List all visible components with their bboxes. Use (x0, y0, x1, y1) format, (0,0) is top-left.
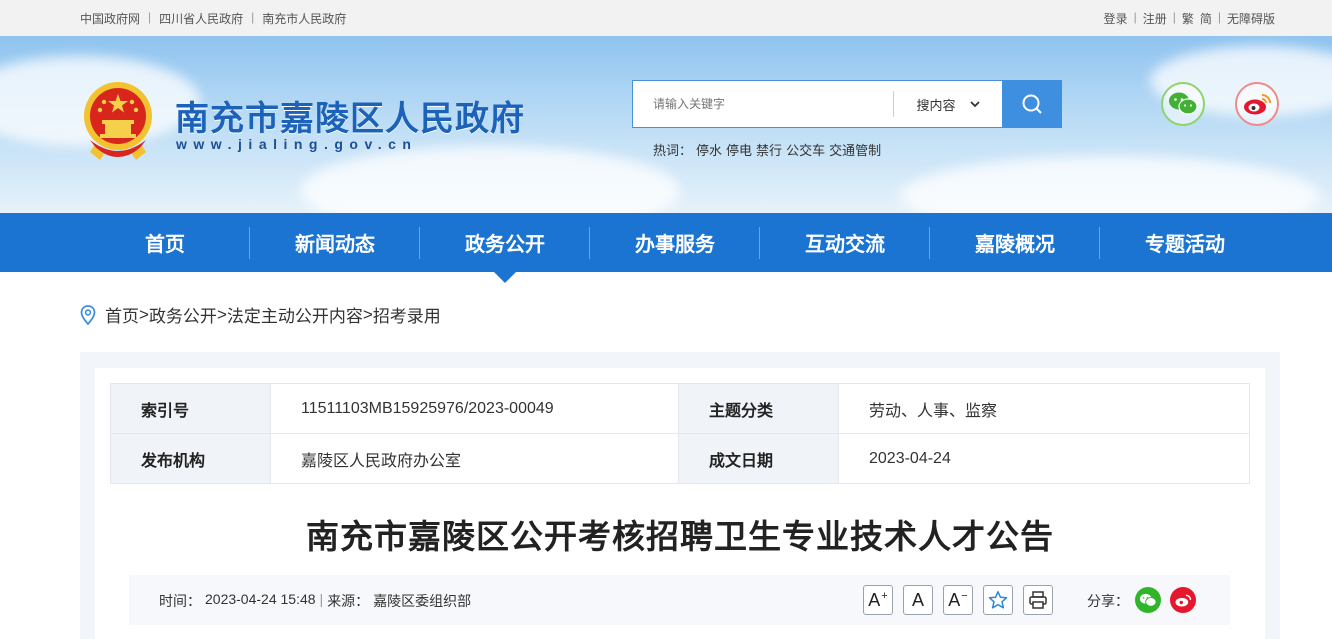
font-reset-icon: A (911, 589, 924, 610)
breadcrumb-recruitment[interactable]: 招考录用 (373, 302, 441, 327)
publisher-value: 嘉陵区人民政府办公室 (270, 433, 679, 484)
breadcrumb-home[interactable]: 首页 (105, 302, 139, 327)
breadcrumb: 首页 > 政务公开 > 法定主动公开内容 > 招考录用 (80, 302, 441, 327)
simplified-chinese-link[interactable]: 简 (1200, 10, 1212, 27)
search-box: 搜内容 (632, 80, 1062, 128)
table-row: 索引号 11511103MB15925976/2023-00049 主题分类 劳… (110, 383, 1250, 434)
link-sichuan-gov[interactable]: 四川省人民政府 (159, 10, 243, 27)
index-number-label: 索引号 (110, 383, 271, 434)
nav-item-news[interactable]: 新闻动态 (250, 213, 420, 272)
register-link[interactable]: 注册 (1143, 10, 1167, 27)
search-button[interactable] (1002, 80, 1062, 128)
nav-item-government-affairs[interactable]: 政务公开 (420, 213, 590, 272)
separator: | (1217, 10, 1221, 24)
login-link[interactable]: 登录 (1104, 10, 1128, 27)
separator: | (251, 10, 255, 24)
traditional-chinese-link[interactable]: 繁 (1182, 10, 1194, 27)
separator: | (148, 10, 152, 24)
article-title: 南充市嘉陵区公开考核招聘卫生专业技术人才公告 (306, 517, 1054, 556)
star-icon (988, 591, 1008, 609)
weibo-icon (1244, 94, 1271, 115)
breadcrumb-government-affairs[interactable]: 政务公开 (149, 302, 217, 327)
nav-item-special-topics[interactable]: 专题活动 (1100, 213, 1270, 272)
accessibility-link[interactable]: 无障碍版 (1227, 10, 1275, 27)
location-pin-icon (80, 304, 96, 325)
publish-time: 2023-04-24 15:48 (205, 591, 316, 607)
chevron-down-icon (969, 100, 980, 107)
printer-icon (1029, 591, 1047, 609)
nav-item-services[interactable]: 办事服务 (590, 213, 760, 272)
topic-category-value: 劳动、人事、监察 (838, 383, 1250, 434)
site-url: www.jialing.gov.cn (176, 136, 418, 152)
search-icon (1022, 94, 1042, 114)
article-info-bar: 时间： 2023-04-24 15:48 | 来源： 嘉陵区委组织部 A+ A … (129, 575, 1230, 625)
hot-words: 热词： 停水 停电 禁行 公交车 交通管制 (653, 140, 881, 159)
weibo-button[interactable] (1235, 82, 1279, 126)
publisher-label: 发布机构 (110, 433, 271, 484)
share-wechat-button[interactable] (1135, 587, 1161, 613)
document-meta-table: 索引号 11511103MB15925976/2023-00049 主题分类 劳… (110, 383, 1250, 484)
search-scope-wrap: 搜内容 (893, 81, 1002, 127)
nav-item-home[interactable]: 首页 (80, 213, 250, 272)
share-label: 分享： (1087, 593, 1129, 609)
hot-word-link[interactable]: 公交车 (786, 140, 825, 159)
main-navigation: 首页 新闻动态 政务公开 办事服务 互动交流 嘉陵概况 专题活动 (0, 213, 1332, 283)
time-label: 时间： (159, 593, 201, 609)
font-increase-icon: A+ (868, 589, 888, 610)
hot-word-link[interactable]: 停水 (696, 140, 722, 159)
document-date-label: 成文日期 (678, 433, 839, 484)
wechat-button[interactable] (1161, 82, 1205, 126)
separator: | (1172, 10, 1176, 24)
separator: | (319, 591, 324, 607)
source-label: 来源： (327, 593, 370, 609)
gov-links: 中国政府网 | 四川省人民政府 | 南充市人民政府 (80, 10, 346, 27)
breadcrumb-separator: > (216, 304, 227, 324)
site-title[interactable]: 南充市嘉陵区人民政府 (175, 91, 525, 140)
wechat-icon (1139, 593, 1157, 607)
hot-word-link[interactable]: 交通管制 (829, 140, 881, 159)
font-decrease-icon: A− (948, 589, 968, 610)
user-links: 登录 | 注册 | 繁 简 | 无障碍版 (1104, 10, 1275, 27)
nav-list: 首页 新闻动态 政务公开 办事服务 互动交流 嘉陵概况 专题活动 (80, 213, 1270, 272)
weibo-icon (1175, 594, 1192, 607)
document-date-value: 2023-04-24 (838, 433, 1250, 484)
favorite-button[interactable] (983, 585, 1013, 615)
font-decrease-button[interactable]: A− (943, 585, 973, 615)
active-nav-indicator (494, 272, 516, 283)
separator: | (1133, 10, 1137, 24)
nav-item-interaction[interactable]: 互动交流 (760, 213, 930, 272)
font-increase-button[interactable]: A+ (863, 585, 893, 615)
print-button[interactable] (1023, 585, 1053, 615)
hot-words-label: 热词： (653, 143, 693, 158)
link-nanchong-gov[interactable]: 南充市人民政府 (262, 10, 346, 27)
hot-word-link[interactable]: 禁行 (756, 140, 782, 159)
wechat-icon (1169, 92, 1198, 115)
breadcrumb-separator: > (362, 304, 373, 324)
search-scope-select[interactable]: 搜内容 (894, 81, 1002, 127)
search-input[interactable] (633, 81, 893, 127)
share-weibo-button[interactable] (1170, 587, 1196, 613)
cloud-decoration (900, 156, 1320, 213)
link-china-gov[interactable]: 中国政府网 (80, 10, 140, 27)
index-number-value: 11511103MB15925976/2023-00049 (270, 383, 679, 434)
header-banner: 南充市嘉陵区人民政府 www.jialing.gov.cn 搜内容 热词： 停水… (0, 36, 1332, 213)
article-meta: 时间： 2023-04-24 15:48 | 来源： 嘉陵区委组织部 (159, 591, 471, 611)
font-reset-button[interactable]: A (903, 585, 933, 615)
table-row: 发布机构 嘉陵区人民政府办公室 成文日期 2023-04-24 (110, 433, 1250, 484)
topic-category-label: 主题分类 (678, 383, 839, 434)
breadcrumb-statutory-disclosure[interactable]: 法定主动公开内容 (227, 302, 363, 327)
breadcrumb-separator: > (139, 304, 149, 324)
article-source: 嘉陵区委组织部 (373, 593, 472, 609)
national-emblem-logo[interactable] (80, 80, 156, 162)
top-utility-bar: 中国政府网 | 四川省人民政府 | 南充市人民政府 登录 | 注册 | 繁 简 … (0, 0, 1332, 36)
hot-word-link[interactable]: 停电 (726, 140, 752, 159)
search-scope-label: 搜内容 (916, 97, 956, 113)
nav-item-about-jialing[interactable]: 嘉陵概况 (930, 213, 1100, 272)
cloud-decoration (300, 146, 680, 213)
